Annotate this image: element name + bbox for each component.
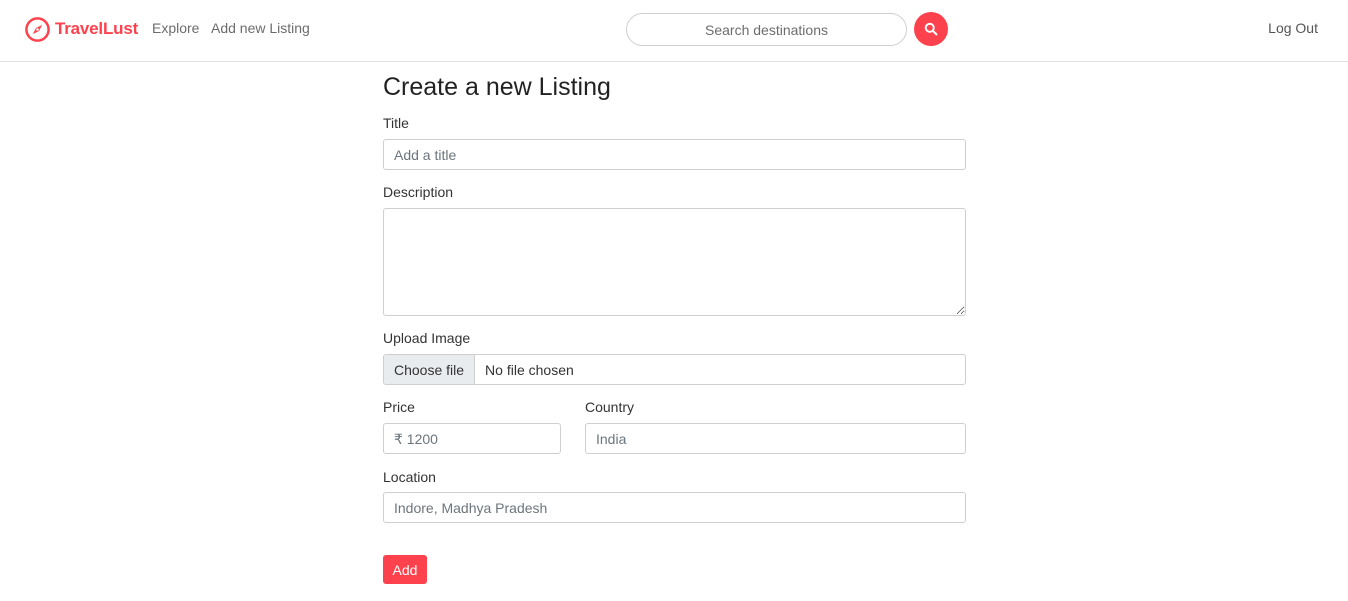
logout-link[interactable]: Log Out <box>1268 20 1318 36</box>
file-status-text: No file chosen <box>485 361 574 378</box>
compass-icon <box>25 16 50 42</box>
title-label: Title <box>383 115 409 131</box>
description-textarea[interactable] <box>383 208 966 316</box>
choose-file-button[interactable]: Choose file <box>384 355 476 384</box>
search-button[interactable] <box>914 12 948 46</box>
add-button[interactable]: Add <box>383 555 427 584</box>
price-label: Price <box>383 399 415 415</box>
search-icon <box>924 22 938 36</box>
top-navbar: TravelLust Explore Add new Listing Log O… <box>0 0 1348 62</box>
nav-explore-link[interactable]: Explore <box>152 20 199 36</box>
country-label: Country <box>585 399 635 415</box>
location-input[interactable] <box>383 492 966 523</box>
brand-name: TravelLust <box>55 19 139 38</box>
title-input[interactable] <box>383 139 966 170</box>
image-file-input[interactable]: Choose file No file chosen <box>383 354 966 385</box>
upload-image-label: Upload Image <box>383 330 471 346</box>
search-input[interactable] <box>626 13 907 46</box>
location-label: Location <box>383 469 436 485</box>
description-label: Description <box>383 184 454 200</box>
country-input[interactable] <box>585 423 966 454</box>
page-title: Create a new Listing <box>383 73 611 101</box>
brand-link[interactable]: TravelLust <box>24 15 138 43</box>
price-input[interactable] <box>383 423 561 454</box>
nav-add-listing-link[interactable]: Add new Listing <box>211 20 310 36</box>
